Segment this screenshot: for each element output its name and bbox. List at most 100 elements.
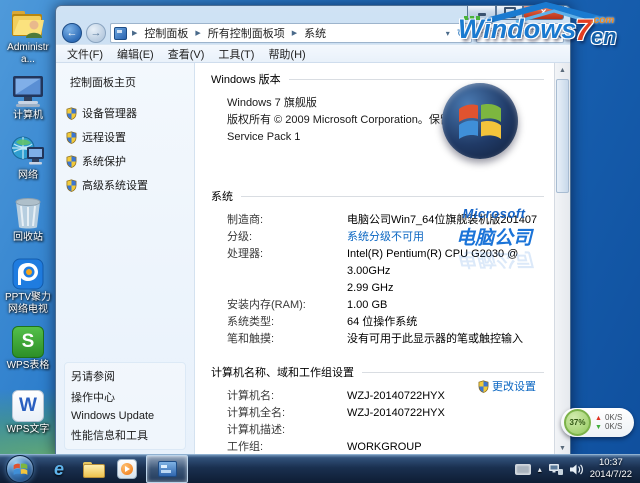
desktop-icon-wps-spreadsheet[interactable]: S WPS表格	[2, 326, 54, 372]
system-window: × ← → ▶ 控制面板 ▶ 所有控制面板项 ▶ 系统 ▾ ↻	[55, 5, 571, 457]
control-panel-icon	[114, 27, 127, 40]
cpu-usage-gauge[interactable]: 37%	[564, 409, 591, 436]
row-label: 计算机描述:	[227, 422, 347, 439]
volume-icon[interactable]	[570, 464, 583, 475]
oem-microsoft-text: Microsoft	[456, 206, 532, 221]
refresh-icon[interactable]: ↻	[455, 27, 468, 40]
windows-flag-icon	[457, 100, 503, 142]
sidebar-item-remote-settings[interactable]: 远程设置	[56, 127, 194, 147]
computer-name-section: 计算机名称、域和工作组设置 计算机名: WZJ-20140722HYX 计算机全…	[211, 364, 544, 456]
address-bar[interactable]: ▶ 控制面板 ▶ 所有控制面板项 ▶ 系统 ▾ ↻	[110, 23, 472, 43]
window-titlebar[interactable]: ×	[56, 6, 570, 22]
navigation-bar: ← → ▶ 控制面板 ▶ 所有控制面板项 ▶ 系统 ▾ ↻	[56, 22, 570, 44]
pptv-icon	[12, 258, 44, 290]
desktop-icon-pptv[interactable]: PPTV聚力 网络电视	[2, 258, 54, 315]
desktop-icon-recycle-bin[interactable]: 回收站	[2, 196, 54, 244]
taskbar-ie-button[interactable]: e	[42, 456, 76, 482]
section-title: 计算机名称、域和工作组设置	[211, 364, 354, 380]
uac-shield-icon	[66, 107, 77, 120]
desktop-icon-network[interactable]: 网络	[2, 134, 54, 182]
windows-flag-logo	[442, 83, 518, 159]
info-row-full-name: 计算机全名: WZJ-20140722HYX	[227, 405, 544, 422]
row-label: 分级:	[227, 229, 347, 246]
info-row-system-type: 系统类型: 64 位操作系统	[227, 314, 544, 331]
system-tray: ▴ 10:37 2014/7/22	[515, 457, 640, 481]
sidebar-item-control-panel-home[interactable]: 控制面板主页	[56, 71, 194, 93]
show-hidden-icons-button[interactable]: ▴	[538, 465, 542, 474]
oem-reflection: 电脑公司	[456, 247, 532, 274]
sidebar-item-label: 设备管理器	[82, 105, 137, 121]
sidebar-item-windows-update[interactable]: Windows Update	[71, 410, 185, 422]
oem-logo: Microsoft 电脑公司 电脑公司	[456, 206, 532, 274]
row-value: WZJ-20140722HYX	[347, 405, 445, 422]
breadcrumb-system[interactable]: 系统	[302, 25, 328, 41]
forward-button[interactable]: →	[86, 23, 106, 43]
desktop-icon-administrator[interactable]: Administra...	[2, 8, 54, 65]
net-speed-widget[interactable]: 37% ▲0K/S ▼0K/S	[561, 408, 634, 437]
uac-shield-icon	[66, 131, 77, 144]
close-button[interactable]: ×	[523, 6, 564, 20]
input-indicator-icon[interactable]	[515, 464, 531, 475]
row-value: 1.00 GB	[347, 297, 387, 314]
info-row-description: 计算机描述:	[227, 422, 544, 439]
taskbar-active-system-window[interactable]	[146, 455, 188, 483]
taskbar-media-player-button[interactable]	[110, 456, 144, 482]
info-row-pen-touch: 笔和触摸: 没有可用于此显示器的笔或触控输入	[227, 331, 544, 348]
network-tray-icon[interactable]	[549, 464, 563, 475]
scroll-up-button[interactable]: ▲	[555, 63, 570, 78]
rating-unavailable-link[interactable]: 系统分级不可用	[347, 229, 424, 246]
row-value: 64 位操作系统	[347, 314, 417, 331]
info-row-memory: 安装内存(RAM): 1.00 GB	[227, 297, 544, 314]
sidebar-item-advanced-system-settings[interactable]: 高级系统设置	[56, 175, 194, 195]
scrollbar-thumb[interactable]	[556, 79, 569, 193]
back-button[interactable]: ←	[62, 23, 82, 43]
system-section: 系统 制造商: 电脑公司Win7_64位旗舰装机版201407 分级: 系统分级…	[211, 188, 544, 348]
minimize-button[interactable]	[467, 6, 496, 20]
breadcrumb-separator-icon: ▶	[129, 29, 140, 37]
search-box[interactable]	[476, 23, 564, 43]
desktop-icon-label: Administra...	[2, 42, 54, 65]
download-arrow-icon: ▼	[595, 424, 602, 431]
sidebar-item-action-center[interactable]: 操作中心	[71, 389, 185, 405]
breadcrumb-separator-icon: ▶	[289, 29, 300, 37]
change-settings-label: 更改设置	[492, 378, 536, 394]
desktop-icon-computer[interactable]: 计算机	[2, 74, 54, 122]
desktop-icon-wps-writer[interactable]: W WPS文字	[2, 390, 54, 436]
sidebar: 控制面板主页 设备管理器 远程设置 系统保护	[56, 63, 195, 456]
menu-help[interactable]: 帮助(H)	[261, 45, 312, 63]
breadcrumb-control-panel[interactable]: 控制面板	[142, 25, 190, 41]
desktop-icon-label: PPTV聚力 网络电视	[2, 292, 54, 315]
forward-icon: →	[91, 27, 102, 39]
sidebar-item-system-protection[interactable]: 系统保护	[56, 151, 194, 171]
sidebar-item-device-manager[interactable]: 设备管理器	[56, 103, 194, 123]
wps-writer-icon: W	[12, 390, 44, 422]
row-label: 安装内存(RAM):	[227, 297, 347, 314]
vertical-scrollbar[interactable]: ▲ ▼	[554, 63, 570, 456]
sidebar-item-performance-tools[interactable]: 性能信息和工具	[71, 427, 185, 443]
start-flag-icon	[13, 462, 28, 476]
wps-spreadsheet-icon: S	[12, 326, 44, 358]
search-input[interactable]	[477, 28, 551, 39]
sidebar-item-label: 系统保护	[82, 153, 126, 169]
change-settings-link[interactable]: 更改设置	[478, 378, 536, 394]
row-value: WZJ-20140722HYX	[347, 388, 445, 405]
row-label: 计算机名:	[227, 388, 347, 405]
menu-tools[interactable]: 工具(T)	[211, 45, 261, 63]
taskbar-explorer-button[interactable]	[76, 456, 110, 482]
row-label: 系统类型:	[227, 314, 347, 331]
start-button[interactable]	[6, 455, 34, 483]
download-speed: 0K/S	[605, 423, 622, 431]
breadcrumb-all-items[interactable]: 所有控制面板项	[206, 25, 287, 41]
processor-speed-line2: 2.99 GHz	[347, 280, 544, 297]
menu-edit[interactable]: 编辑(E)	[110, 45, 161, 63]
close-icon: ×	[541, 7, 547, 18]
desktop-icon-label: 计算机	[13, 110, 43, 122]
desktop-icon-label: 网络	[18, 170, 38, 182]
maximize-button[interactable]	[496, 6, 523, 20]
address-dropdown-icon[interactable]: ▾	[443, 29, 453, 38]
menu-view[interactable]: 查看(V)	[161, 45, 212, 63]
taskbar-clock[interactable]: 10:37 2014/7/22	[590, 457, 632, 481]
menu-file[interactable]: 文件(F)	[60, 45, 110, 63]
section-title: Windows 版本	[211, 71, 281, 87]
search-icon	[551, 28, 562, 39]
